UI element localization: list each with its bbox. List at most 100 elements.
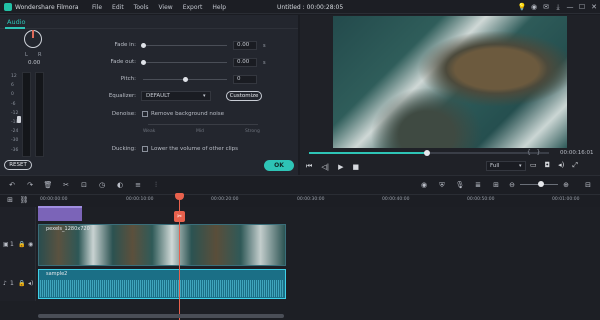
timeline-scrollbar[interactable] [38,314,284,318]
fade-out-slider-track[interactable] [143,62,227,63]
speaker-icon[interactable]: ◂) [28,280,33,287]
menu-tools[interactable]: Tools [134,4,149,11]
title-clip[interactable] [38,206,82,221]
meter-tick: 6 [11,83,14,89]
volume-meter-right [35,72,44,157]
tab-underline [5,27,25,29]
fade-in-field[interactable]: 0.00 [233,41,257,50]
skip-back-icon[interactable]: ⏮ [306,162,312,171]
ruler-tick-label: 00:00:00:00 [40,197,68,202]
meter-tick: 12 [11,74,17,79]
pan-left-label: L [25,52,28,58]
denoise-label: Denoise: [111,111,136,117]
ruler-tick-label: 00:00:50:00 [467,197,495,202]
playback-controls: ⏮ ◁| ▶ ■ [306,162,359,171]
microphone-icon[interactable]: 🎙 [454,179,466,191]
mail-icon[interactable]: ✉ [540,1,552,13]
lock-icon[interactable]: 🔒 [18,241,25,248]
pitch-label: Pitch: [120,76,136,82]
account-icon[interactable]: ◉ [528,1,540,13]
preview-timecode: 00:00:16:01 [560,150,594,156]
voiceover-icon[interactable]: ≣ [472,179,484,191]
color-icon[interactable]: ◐ [114,179,126,191]
denoise-slider-track [148,124,258,125]
lightbulb-icon[interactable]: 💡 [516,1,528,13]
zoom-out-icon[interactable]: ⊖ [506,179,518,191]
tab-audio[interactable]: Audio [7,18,25,26]
ok-button[interactable]: OK [264,160,294,171]
volume-meter-left [22,72,31,157]
denoise-checkbox[interactable] [142,111,148,117]
customize-button[interactable]: Customize [226,91,262,101]
playhead-handle[interactable] [175,193,184,200]
volume-icon[interactable]: ◂) [558,161,564,170]
eye-icon[interactable]: ◉ [28,241,33,248]
download-icon[interactable]: ⤓ [552,1,564,13]
equalizer-label: Equalizer: [108,93,136,99]
menu-help[interactable]: Help [212,4,226,11]
delete-icon[interactable]: 🗑 [42,179,54,191]
add-track-icon[interactable]: ⊞ [4,194,16,206]
track-header-title [0,207,36,223]
split-icon[interactable]: ⫶ [150,179,162,191]
stop-icon[interactable]: ■ [352,163,359,171]
audio-mixer-icon[interactable]: ≡ [132,179,144,191]
denoise-checkbox-label: Remove background noise [151,111,224,117]
zoom-in-icon[interactable]: ⊕ [560,179,572,191]
volume-meter-scale: 12 6 0 -6 -12 -18 -24 -30 -36 [11,72,18,155]
fade-out-label: Fade out: [110,59,136,65]
close-icon[interactable]: ✕ [588,1,600,13]
menu-edit[interactable]: Edit [112,4,124,11]
equalizer-select[interactable]: DEFAULT [141,91,211,101]
shield-icon[interactable]: ⛨ [436,179,448,191]
music-track-icon: ♪ [3,280,7,287]
crop-icon[interactable]: ⊡ [78,179,90,191]
ruler-tick-label: 00:01:00:00 [552,197,580,202]
step-back-icon[interactable]: ◁| [321,163,329,171]
pitch-field[interactable]: 0 [233,75,257,84]
monitor-icon[interactable]: ▭ [530,161,537,170]
fade-in-slider-knob[interactable] [141,43,146,48]
denoise-scale-weak: Weak [143,129,156,134]
ducking-checkbox[interactable] [142,146,148,152]
maximize-icon[interactable]: ☐ [576,1,588,13]
fullscreen-icon[interactable]: ⤢ [572,161,578,170]
fade-out-slider-knob[interactable] [141,60,146,65]
link-icon[interactable]: ⛓ [18,194,30,206]
split-marker-icon[interactable]: ✂ [174,211,185,222]
video-preview-frame[interactable] [333,16,567,148]
fit-timeline-icon[interactable]: ⊟ [582,179,594,191]
preview-progress-handle[interactable] [424,150,430,156]
lock-icon[interactable]: 🔒 [18,280,25,287]
audio-track-number: 1 [10,280,14,287]
play-icon[interactable]: ▶ [338,163,343,171]
meter-tick: 0 [11,92,14,98]
fade-in-slider-track[interactable] [143,45,227,46]
pan-value: 0.00 [28,60,41,66]
menu-view[interactable]: View [158,4,172,11]
ratio-icon[interactable]: ⊞ [490,179,502,191]
preview-tools: ▭ ◘ ◂) ⤢ [530,161,578,170]
denoise-scale-strong: Strong [245,129,260,134]
mark-in-out-icon[interactable]: { } [527,149,540,156]
menu-file[interactable]: File [92,4,102,11]
pan-knob-indicator [32,30,34,38]
reset-button[interactable]: RESET [4,160,32,170]
fade-out-field[interactable]: 0.00 [233,58,257,67]
menu-export[interactable]: Export [183,4,203,11]
fade-in-label: Fade in: [114,42,136,48]
meter-tick: -6 [11,101,16,107]
ruler-tick-label: 00:00:30:00 [297,197,325,202]
filmora-logo-icon [4,3,12,11]
video-track-number: 1 [10,241,14,248]
render-icon[interactable]: ◉ [418,179,430,191]
snapshot-icon[interactable]: ◘ [545,161,551,170]
undo-icon[interactable]: ↶ [6,179,18,191]
minimize-icon[interactable]: — [564,1,576,13]
pitch-slider-knob[interactable] [183,77,188,82]
zoom-slider-knob[interactable] [538,181,544,187]
redo-icon[interactable]: ↷ [24,179,36,191]
volume-slider-handle[interactable] [17,116,21,123]
speed-icon[interactable]: ◷ [96,179,108,191]
cut-icon[interactable]: ✂ [60,179,72,191]
